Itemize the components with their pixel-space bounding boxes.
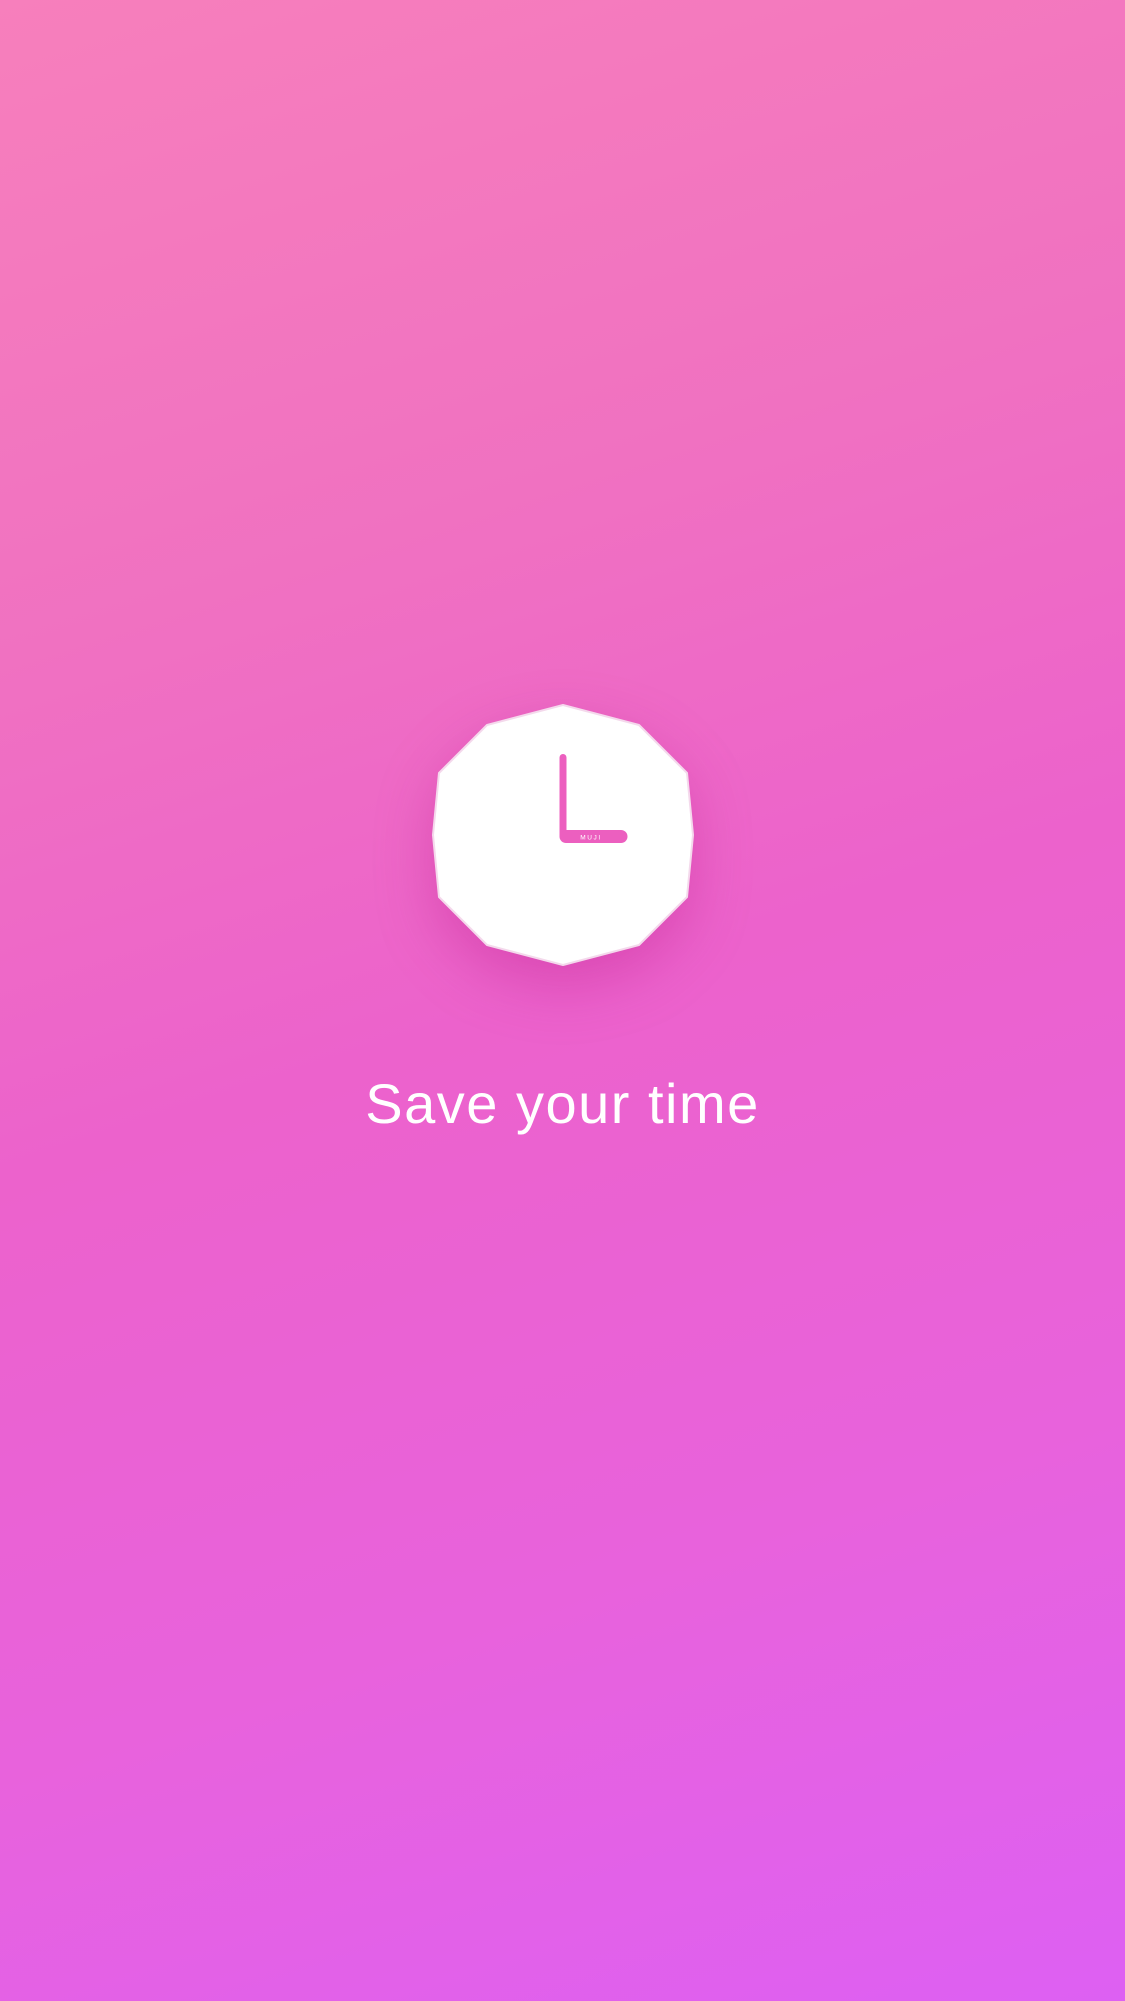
tagline: Save your time: [365, 1072, 760, 1135]
logo-brand-text: MUJI: [580, 835, 602, 842]
splash-screen: MUJI Save your time: [0, 0, 1125, 2001]
clock-icon: MUJI: [430, 702, 696, 968]
